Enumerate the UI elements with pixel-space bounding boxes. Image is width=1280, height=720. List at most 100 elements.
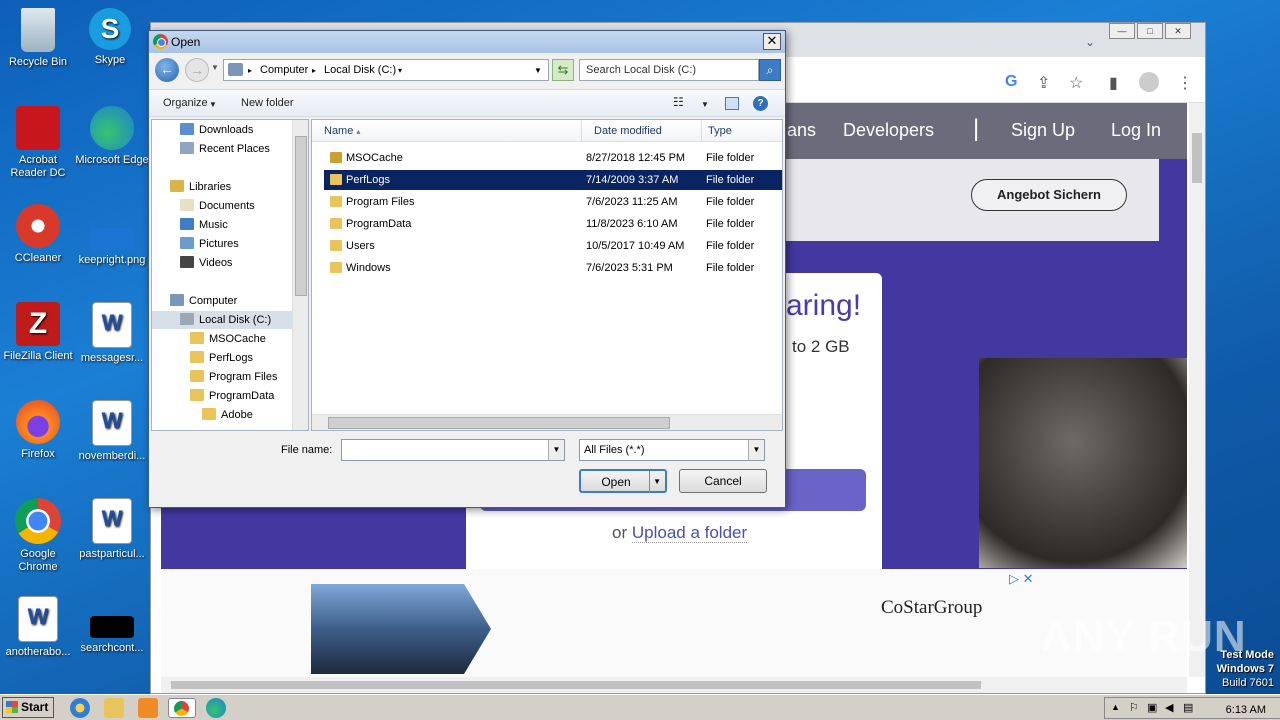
- desktop-icon-november[interactable]: W novemberdi...: [74, 400, 150, 463]
- view-options-icon[interactable]: ☷: [673, 95, 684, 109]
- tree-item-perflogs[interactable]: PerfLogs: [190, 349, 253, 367]
- refresh-button[interactable]: ⇆: [552, 59, 574, 81]
- power-icon[interactable]: ▤: [1183, 701, 1193, 714]
- open-dropdown-chevron-icon[interactable]: ▼: [649, 471, 661, 493]
- maximize-button[interactable]: □: [1137, 23, 1163, 39]
- open-button[interactable]: Open ▼: [579, 469, 667, 493]
- nav-item-developers[interactable]: Developers: [843, 120, 934, 141]
- desktop-icon-chrome[interactable]: Google Chrome: [0, 498, 76, 574]
- tree-item-music[interactable]: Music: [180, 216, 228, 234]
- desktop-icon-edge[interactable]: Microsoft Edge: [74, 106, 150, 167]
- column-header-date[interactable]: Date modified: [582, 120, 702, 142]
- desktop-icon-acrobat[interactable]: Acrobat Reader DC: [0, 106, 76, 180]
- clock[interactable]: 6:13 AM: [1226, 704, 1266, 716]
- tree-item-adobe[interactable]: Adobe: [202, 406, 253, 424]
- profile-avatar[interactable]: [1139, 72, 1159, 92]
- file-row-users[interactable]: Users 10/5/2017 10:49 AM File folder: [324, 236, 782, 256]
- nav-login-link[interactable]: Log In: [1111, 120, 1161, 141]
- upload-folder-link[interactable]: Upload a folder: [631, 523, 748, 543]
- desktop-icon-ccleaner[interactable]: CCleaner: [0, 204, 76, 265]
- desktop-icon-anotherabo[interactable]: W anotherabo...: [0, 596, 76, 659]
- media-player-icon[interactable]: [138, 698, 158, 718]
- back-button[interactable]: ←: [155, 58, 179, 82]
- breadcrumb-local-disk[interactable]: Local Disk (C:): [324, 64, 396, 76]
- tab-search-chevron-icon[interactable]: ⌄: [1085, 35, 1095, 49]
- tree-item-program-files[interactable]: Program Files: [190, 368, 277, 386]
- file-name-input[interactable]: ▼: [341, 439, 565, 461]
- tree-item-pictures[interactable]: Pictures: [180, 235, 239, 253]
- explorer-icon[interactable]: [104, 698, 124, 718]
- page-horizontal-scrollbar[interactable]: [161, 677, 1187, 693]
- tree-item-msocache[interactable]: MSOCache: [190, 330, 266, 348]
- angebot-button[interactable]: Angebot Sichern: [971, 179, 1127, 211]
- tree-item-computer[interactable]: Computer: [170, 292, 237, 310]
- share-icon[interactable]: ⇪: [1037, 73, 1050, 93]
- scroll-thumb[interactable]: [1192, 133, 1202, 183]
- dialog-close-button[interactable]: ✕: [763, 33, 781, 50]
- scroll-thumb[interactable]: [295, 136, 307, 296]
- chrome-taskbar-button[interactable]: [168, 698, 196, 718]
- network-icon[interactable]: ⚐: [1129, 701, 1139, 714]
- start-button[interactable]: Start: [2, 697, 54, 718]
- desktop-icon-pastparticul[interactable]: W pastparticul...: [74, 498, 150, 561]
- desktop-icon-recycle-bin[interactable]: Recycle Bin: [0, 8, 76, 69]
- desktop-icon-keepright[interactable]: keepright.png: [74, 204, 150, 267]
- chevron-down-icon[interactable]: ▼: [748, 440, 764, 460]
- desktop-icon-searchcont[interactable]: searchcont...: [74, 596, 150, 655]
- organize-chevron-icon[interactable]: ▼: [209, 100, 217, 109]
- tree-item-recent-places[interactable]: Recent Places: [180, 140, 270, 158]
- forward-button[interactable]: →: [185, 58, 209, 82]
- recent-locations-chevron-icon[interactable]: ▼: [211, 63, 219, 72]
- breadcrumb-computer[interactable]: Computer: [260, 64, 308, 76]
- search-icon[interactable]: ⌕: [759, 59, 781, 81]
- desktop-icon-skype[interactable]: S Skype: [72, 8, 148, 67]
- tree-item-libraries[interactable]: Libraries: [170, 178, 231, 196]
- file-row-msocache[interactable]: MSOCache 8/27/2018 12:45 PM File folder: [324, 148, 782, 168]
- desktop-icon-messages[interactable]: W messagesr...: [74, 302, 150, 365]
- tree-scrollbar[interactable]: [292, 120, 308, 430]
- column-header-type[interactable]: Type: [702, 120, 782, 142]
- file-type-select[interactable]: All Files (*.*) ▼: [579, 439, 765, 461]
- tray-expand-icon[interactable]: ▲: [1111, 702, 1120, 712]
- new-folder-button[interactable]: New folder: [241, 97, 294, 109]
- tree-item-videos[interactable]: Videos: [180, 254, 232, 272]
- ie-icon[interactable]: [70, 698, 90, 718]
- preview-pane-icon[interactable]: [725, 97, 739, 110]
- volume-icon[interactable]: ◀: [1165, 701, 1173, 714]
- file-row-windows[interactable]: Windows 7/6/2023 5:31 PM File folder: [324, 258, 782, 278]
- desktop-icon-filezilla[interactable]: Z FileZilla Client: [0, 302, 76, 363]
- close-button[interactable]: ✕: [1165, 23, 1191, 39]
- action-center-icon[interactable]: ▣: [1147, 701, 1157, 714]
- page-vertical-scrollbar[interactable]: [1189, 103, 1205, 677]
- chevron-icon[interactable]: ▸: [248, 66, 252, 75]
- sidepanel-icon[interactable]: ▮: [1109, 73, 1118, 93]
- file-row-program-files[interactable]: Program Files 7/6/2023 11:25 AM File folde…: [324, 192, 782, 212]
- ad-choices-icon[interactable]: ▷ ✕: [1009, 571, 1034, 587]
- ad-banner[interactable]: CoStarGroup ▷ ✕: [161, 569, 1187, 677]
- tree-item-programdata[interactable]: ProgramData: [190, 387, 274, 405]
- tree-item-downloads[interactable]: Downloads: [180, 121, 253, 139]
- file-list-horizontal-scrollbar[interactable]: [312, 414, 782, 430]
- menu-kebab-icon[interactable]: ⋮: [1177, 73, 1193, 93]
- google-icon[interactable]: G: [1005, 73, 1017, 91]
- view-chevron-icon[interactable]: ▼: [701, 100, 709, 109]
- minimize-button[interactable]: —: [1109, 23, 1135, 39]
- organize-button[interactable]: Organize: [163, 97, 208, 109]
- chevron-down-icon[interactable]: ▾: [398, 66, 402, 75]
- chevron-down-icon[interactable]: ▼: [548, 440, 564, 460]
- nav-signup-link[interactable]: Sign Up: [1011, 120, 1075, 141]
- breadcrumb[interactable]: ▸ Computer ▸ Local Disk (C:) ▾ ▼: [223, 59, 549, 81]
- star-icon[interactable]: ☆: [1069, 73, 1083, 93]
- search-input[interactable]: Search Local Disk (C:): [579, 59, 759, 81]
- cancel-button[interactable]: Cancel: [679, 469, 767, 493]
- desktop-icon-firefox[interactable]: Firefox: [0, 400, 76, 461]
- address-dropdown-icon[interactable]: ▼: [534, 66, 542, 75]
- tree-item-documents[interactable]: Documents: [180, 197, 255, 215]
- scroll-thumb[interactable]: [171, 681, 981, 689]
- edge-icon[interactable]: [206, 698, 226, 718]
- scroll-thumb[interactable]: [328, 417, 670, 429]
- file-row-programdata[interactable]: ProgramData 11/8/2023 6:10 AM File folder: [324, 214, 782, 234]
- nav-item-plans[interactable]: ans: [787, 120, 816, 141]
- chevron-icon[interactable]: ▸: [312, 66, 316, 75]
- column-header-name[interactable]: Name ▴: [312, 120, 582, 142]
